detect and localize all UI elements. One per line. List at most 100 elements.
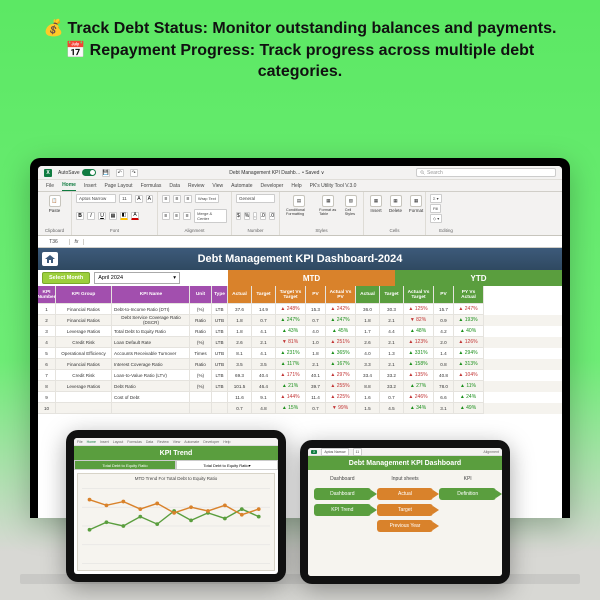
underline-button[interactable]: U	[98, 212, 106, 220]
format-cells-button[interactable]: ▦Format	[407, 194, 425, 214]
home-icon[interactable]	[42, 252, 58, 266]
insert-cells-button[interactable]: ▦Insert	[368, 194, 384, 214]
tab-view[interactable]: View	[212, 181, 223, 191]
cell-styles-button[interactable]: ▧Cell Styles	[343, 194, 359, 217]
tablet-dashboard-panel: X Aptos Narrow 11 Alignment Debt Managem…	[300, 440, 510, 584]
col-ytd-target: Target	[380, 286, 404, 304]
tablet1-ribbon: FileHomeInsertLayoutFormulasDataReviewVi…	[74, 438, 278, 446]
filename[interactable]: Debt Management KPI Dashb… • Saved ∨	[144, 170, 410, 176]
clear-button[interactable]: ◇ ▾	[430, 214, 442, 223]
tab-page-layout[interactable]: Page Layout	[104, 181, 132, 191]
align-left-icon[interactable]: ≡	[162, 212, 170, 220]
font-color-icon[interactable]: A	[131, 212, 139, 220]
comma-icon[interactable]: ,	[253, 212, 256, 220]
tab-developer[interactable]: Developer	[261, 181, 284, 191]
pill-prevyear[interactable]: Previous Year	[377, 520, 434, 532]
tab-utility[interactable]: PK's Utility Tool V.3.0	[310, 181, 357, 191]
border-icon[interactable]: ▦	[109, 212, 117, 220]
tab-file[interactable]: File	[46, 181, 54, 191]
font-grow-icon[interactable]: A	[135, 195, 142, 203]
redo-icon[interactable]: ↷	[130, 169, 138, 177]
name-box[interactable]: T36	[38, 239, 70, 245]
tab-automate[interactable]: Automate	[231, 181, 252, 191]
table-row[interactable]: 3Leverage RatiosTotal Debt to Equity Rat…	[38, 326, 562, 337]
table-row[interactable]: 7Credit RiskLoan-to-Value Ratio (LTV)(%)…	[38, 370, 562, 381]
autosave-toggle[interactable]: AutoSave	[58, 169, 96, 176]
tab-insert[interactable]: Insert	[84, 181, 97, 191]
pill-dashboard[interactable]: Dashboard	[314, 488, 371, 500]
dec-inc-icon[interactable]: .0	[260, 212, 266, 220]
fx-icon[interactable]: fx	[70, 239, 84, 245]
pill-actual[interactable]: Actual	[377, 488, 434, 500]
month-dropdown[interactable]: April 2024▾	[94, 272, 180, 284]
save-icon[interactable]: 💾	[102, 169, 110, 177]
hero-line2: Repayment Progress: Track progress acros…	[90, 42, 535, 81]
delete-cells-button[interactable]: ▦Delete	[387, 194, 404, 214]
hero-text: 💰Track Debt Status: Monitor outstanding …	[0, 0, 600, 93]
select-month-button[interactable]: Select Month	[42, 272, 90, 284]
dashboard-controls: Select Month April 2024▾ MTD YTD	[38, 270, 562, 286]
table-body: 1Financial RatiosDebt-to-Income Ratio (D…	[38, 304, 562, 414]
format-table-button[interactable]: ▦Format as Table	[317, 194, 340, 217]
pill-definition[interactable]: Definition	[439, 488, 496, 500]
col-mtd-pv: PV	[306, 286, 326, 304]
col-mtd-actual: Actual	[228, 286, 252, 304]
col-ytd-tvt: Actual Vs Target	[404, 286, 434, 304]
table-row[interactable]: 8Leverage RatiosDebt Ratio(%)LTB101.546.…	[38, 381, 562, 392]
align-center-icon[interactable]: ≡	[173, 212, 181, 220]
tab-review[interactable]: Review	[188, 181, 204, 191]
table-row[interactable]: 100.74.8▲ 15%0.7▼ 99%1.54.5▲ 34%3.1▲ 49%	[38, 403, 562, 414]
number-format-select[interactable]: General	[236, 194, 275, 203]
font-size-select[interactable]: 11	[119, 194, 132, 203]
tab-formulas[interactable]: Formulas	[141, 181, 162, 191]
kpi-trend-panel: KPI Trend Total Debt to Equity Ratio Tot…	[74, 446, 278, 574]
tab-data[interactable]: Data	[169, 181, 180, 191]
table-row[interactable]: 9Cost of Debt11.69.1▲ 144%11.4▲ 225%1.60…	[38, 392, 562, 403]
dashboard-title: Debt Management KPI Dashboard-2024	[198, 253, 403, 265]
calendar-icon: 📅	[66, 42, 86, 59]
pill-target[interactable]: Target	[377, 504, 434, 516]
group-editing: Editing	[430, 228, 462, 233]
font-shrink-icon[interactable]: A	[146, 195, 153, 203]
table-row[interactable]: 2Financial RatiosDebt Service Coverage R…	[38, 315, 562, 326]
merge-center-button[interactable]: Merge & Center	[194, 209, 227, 223]
panel2-title: Debt Management KPI Dashboard	[308, 456, 502, 470]
align-top-icon[interactable]: ≡	[162, 195, 170, 203]
autosum-button[interactable]: Σ ▾	[430, 194, 442, 203]
tablet2-size[interactable]: 11	[353, 448, 363, 456]
currency-icon[interactable]: $	[236, 212, 241, 220]
money-bag-icon: 💰	[44, 20, 64, 37]
wrap-text-button[interactable]: Wrap Text	[195, 194, 219, 203]
ytd-header: YTD	[395, 270, 562, 286]
table-row[interactable]: 5Operational EfficiencyAccounts Receivab…	[38, 348, 562, 359]
percent-icon[interactable]: %	[244, 212, 250, 220]
search-icon	[420, 170, 425, 175]
italic-button[interactable]: I	[87, 212, 95, 220]
tab-help[interactable]: Help	[291, 181, 301, 191]
paste-button[interactable]: 📋 Paste	[42, 194, 67, 214]
cond-format-button[interactable]: ▤Conditional Formatting	[284, 194, 314, 217]
search-input[interactable]: Search	[416, 168, 556, 177]
align-right-icon[interactable]: ≡	[183, 212, 191, 220]
dec-dec-icon[interactable]: .0	[269, 212, 275, 220]
fill-color-icon[interactable]: ◧	[120, 212, 128, 220]
tab-home[interactable]: Home	[62, 180, 76, 191]
toggle-on-icon[interactable]	[82, 169, 96, 176]
tablet2-font[interactable]: Aptos Narrow	[321, 448, 348, 456]
col-kpi-name: KPI Name	[112, 286, 190, 304]
font-name-select[interactable]: Aptos Narrow	[76, 194, 116, 203]
align-mid-icon[interactable]: ≡	[173, 195, 181, 203]
pill-kpi-trend[interactable]: KPI Trend	[314, 504, 371, 516]
table-row[interactable]: 4Credit RiskLoan Default Rate(%)LTB2.62.…	[38, 337, 562, 348]
trend-chart: MTD Trend For Total Debt to Equity Ratio	[77, 473, 275, 571]
table-header: KPI Number KPI Group KPI Name Unit Type …	[38, 286, 562, 304]
fill-button[interactable]: Fill	[430, 204, 441, 213]
trend-dropdown[interactable]: Total Debt to Equity Ratio ▾	[176, 460, 278, 470]
bold-button[interactable]: B	[76, 212, 84, 220]
hero-line1: Track Debt Status: Monitor outstanding b…	[67, 20, 556, 37]
excel-icon: X	[44, 169, 52, 177]
align-bot-icon[interactable]: ≡	[184, 195, 192, 203]
table-row[interactable]: 1Financial RatiosDebt-to-Income Ratio (D…	[38, 304, 562, 315]
undo-icon[interactable]: ↶	[116, 169, 124, 177]
table-row[interactable]: 6Financial RatiosInterest Coverage Ratio…	[38, 359, 562, 370]
